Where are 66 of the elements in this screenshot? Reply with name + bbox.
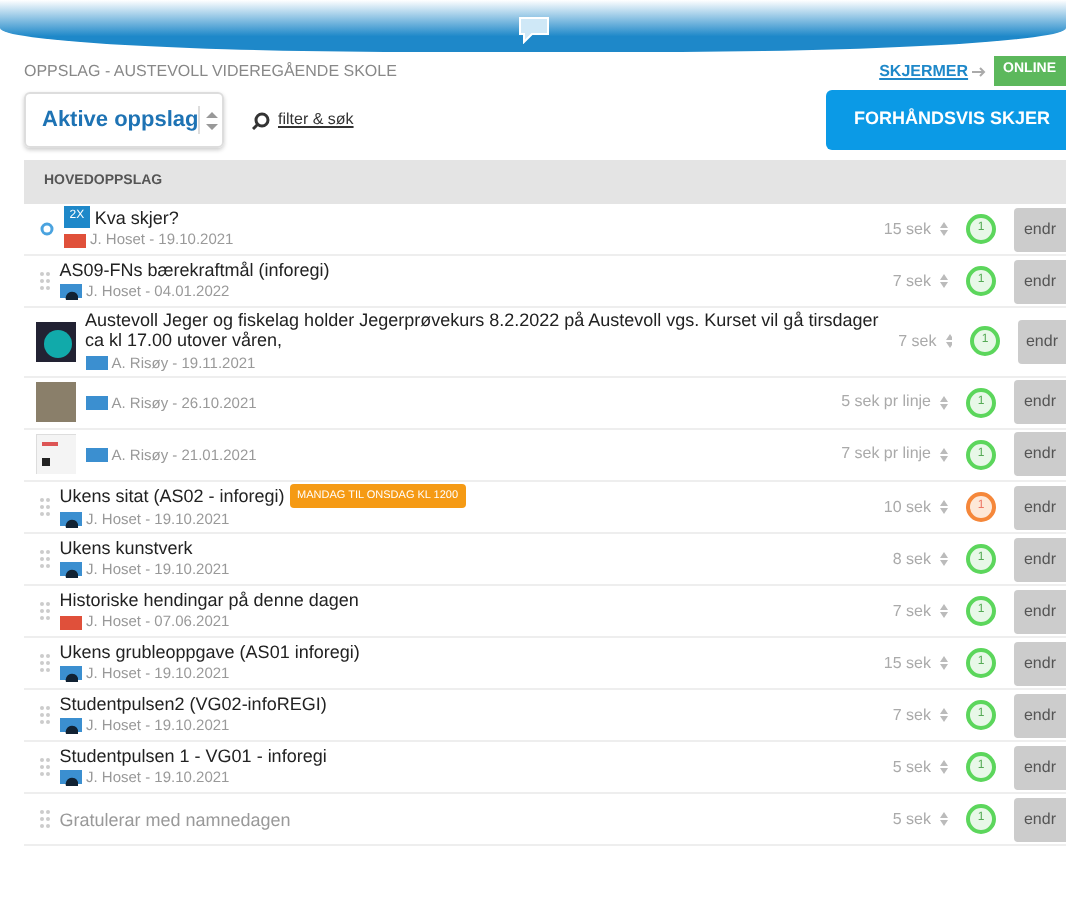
drag-handle-icon[interactable] [40, 498, 51, 517]
chat-icon[interactable] [515, 16, 551, 44]
edit-button[interactable]: endr [1014, 380, 1066, 425]
photo-placeholder [36, 382, 76, 423]
duration: 5 sek [892, 755, 931, 780]
breadcrumb: OPPSLAG - AUSTEVOLL VIDEREGÅENDE SKOLE [24, 59, 397, 83]
post-title[interactable]: Austevoll Jeger og fiskelag holder Jegerprøvekurs 8.2.2022 på Austevoll vgs. Kurset vil gå tirsdager ca kl 17.00 utover våren, [85, 310, 890, 352]
edit-button[interactable]: endr [1014, 485, 1066, 530]
sort-icon[interactable] [940, 656, 948, 671]
edit-button[interactable]: endr [1014, 207, 1066, 251]
post-title[interactable]: Ukens sitat (AS02 - inforegi) [59, 485, 285, 507]
edit-button[interactable]: endr [1014, 745, 1066, 790]
duration: 7 sek [892, 269, 931, 293]
duration: 8 sek [892, 547, 931, 572]
sort-icon[interactable] [945, 334, 952, 349]
drag-handle-icon[interactable] [40, 810, 51, 829]
sort-icon [205, 111, 217, 129]
edit-button[interactable]: endr [1014, 589, 1066, 634]
sort-icon[interactable] [940, 222, 948, 236]
post-title[interactable]: Gratulerar med namnedagen [59, 809, 291, 831]
drag-handle-icon[interactable] [40, 706, 51, 725]
edit-button[interactable]: endr [1014, 537, 1066, 582]
post-title[interactable]: Historiske hendingar på denne dagen [59, 590, 359, 611]
post-title[interactable]: Ukens kunstverk [59, 538, 193, 559]
duration: 7 sek [892, 703, 931, 728]
drag-handle-icon[interactable] [40, 758, 51, 777]
post-title[interactable]: Kva skjer? [94, 207, 179, 229]
sort-icon[interactable] [940, 760, 948, 775]
filter-select[interactable]: Aktive oppslag [24, 91, 224, 149]
duration: 7 sek pr linje [841, 442, 931, 467]
screens-link[interactable]: SKJERMER [879, 59, 969, 83]
duration: 15 sek [883, 651, 931, 676]
edit-button[interactable]: endr [1014, 259, 1066, 303]
edit-button[interactable]: endr [1014, 641, 1066, 686]
drag-handle-icon[interactable] [40, 602, 51, 621]
sort-icon[interactable] [940, 274, 948, 288]
duration: 7 sek [898, 329, 937, 354]
edit-button[interactable]: endr [1014, 797, 1066, 842]
duration: 10 sek [883, 495, 931, 520]
drag-handle-icon[interactable] [40, 550, 51, 569]
sort-icon[interactable] [940, 708, 948, 723]
post-title[interactable]: Studentpulsen2 (VG02-infoREGI) [59, 694, 327, 715]
sort-icon[interactable] [940, 395, 948, 410]
edit-button[interactable]: endr [1014, 432, 1066, 477]
duration: 5 sek pr linje [841, 390, 931, 415]
drag-handle-icon[interactable] [40, 654, 51, 673]
arrow-icon [972, 65, 989, 77]
duration: 7 sek [892, 599, 931, 624]
sort-icon[interactable] [940, 500, 948, 515]
drag-handle-icon[interactable] [40, 272, 51, 290]
document-thumbnail [36, 434, 76, 475]
sort-icon[interactable] [940, 552, 948, 567]
sort-icon[interactable] [940, 447, 948, 462]
post-title[interactable]: AS09-FNs bærekraftmål (inforegi) [59, 259, 330, 281]
sort-icon[interactable] [940, 604, 948, 619]
post-title[interactable]: Studentpulsen 1 - VG01 - inforegi [59, 746, 327, 767]
edit-button[interactable]: endr [1017, 319, 1066, 364]
filter-link[interactable]: filter & søk [278, 108, 354, 132]
post-title[interactable]: Ukens grubleoppgave (AS01 inforegi) [59, 642, 360, 663]
duration: 15 sek [883, 217, 931, 241]
preview-button[interactable]: FORHÅNDSVIS SKJER [825, 90, 1066, 150]
sort-icon[interactable] [940, 812, 948, 827]
image-thumbnail [36, 321, 76, 362]
search-icon [251, 111, 269, 129]
duration: 5 sek [892, 807, 931, 832]
edit-button[interactable]: endr [1014, 693, 1066, 738]
